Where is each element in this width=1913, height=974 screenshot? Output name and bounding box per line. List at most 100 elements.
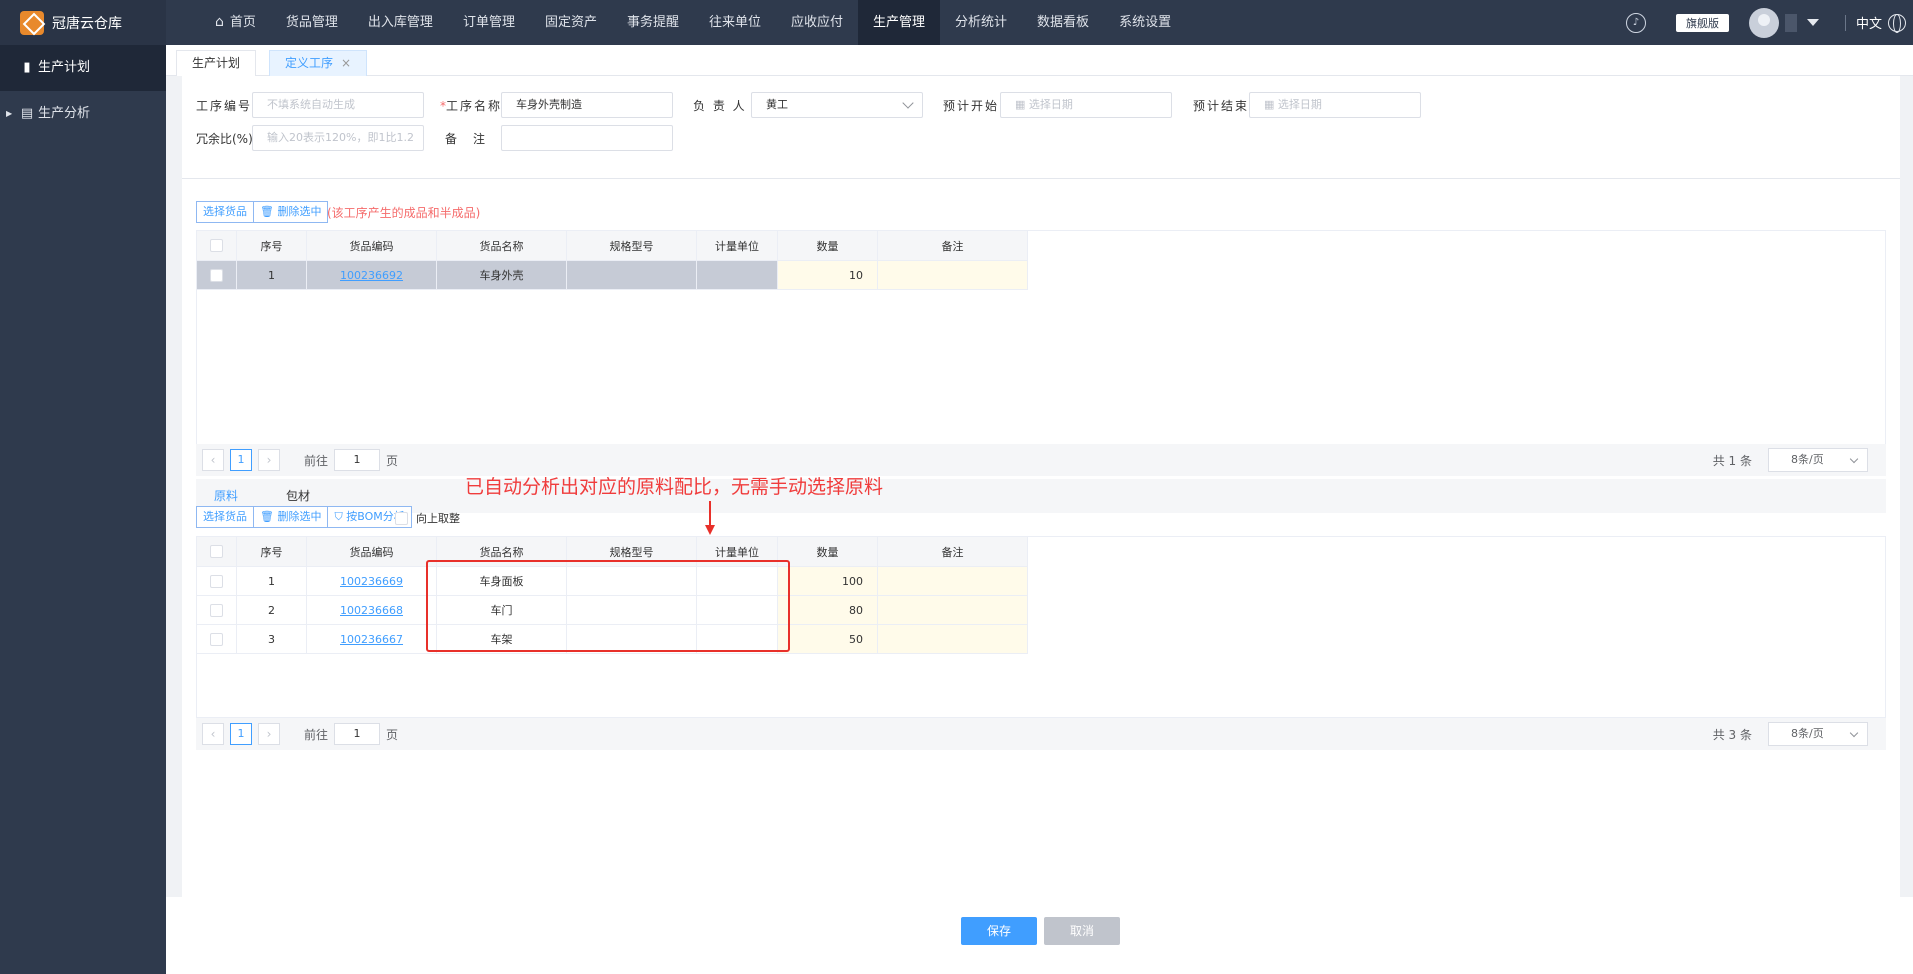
form-row-1: 工序编号 不填系统自动生成 *工序名称 车身外壳制造 负 责 人 黄工 预计开始… bbox=[182, 91, 1900, 119]
process-code-input[interactable]: 不填系统自动生成 bbox=[252, 92, 424, 118]
cell-no: 3 bbox=[236, 624, 307, 654]
nav-item-payables[interactable]: 应收应付 bbox=[776, 0, 858, 45]
cell-remark[interactable] bbox=[877, 566, 1028, 596]
delete-selected-button[interactable]: 🗑 删除选中 bbox=[254, 506, 329, 528]
row-checkbox[interactable] bbox=[210, 268, 223, 282]
table-row[interactable]: 1 100236692 车身外壳 10 bbox=[196, 260, 1028, 290]
round-up-label: 向上取整 bbox=[416, 512, 460, 525]
sidebar-item-label: 生产分析 bbox=[38, 106, 91, 121]
cell-code: 100236667 bbox=[306, 624, 437, 654]
goods-code-link[interactable]: 100236667 bbox=[340, 633, 403, 646]
app-title: 冠唐云仓库 bbox=[52, 15, 122, 32]
nav-item-home[interactable]: ⌂ 首页 bbox=[200, 0, 271, 45]
save-button[interactable]: 保存 bbox=[961, 917, 1037, 945]
select-all-cell[interactable] bbox=[196, 230, 237, 261]
cell-no: 1 bbox=[236, 260, 307, 290]
nav-item-fixed-assets[interactable]: 固定资产 bbox=[530, 0, 612, 45]
row-select-cell[interactable] bbox=[196, 566, 237, 596]
cell-qty[interactable]: 100 bbox=[777, 566, 878, 596]
col-remark: 备注 bbox=[877, 230, 1028, 261]
process-name-input[interactable]: 车身外壳制造 bbox=[501, 92, 673, 118]
currency-icon[interactable]: ♪ bbox=[1625, 12, 1646, 33]
nav-item-stock-io[interactable]: 出入库管理 bbox=[353, 0, 448, 45]
goto-page-input[interactable]: 1 bbox=[334, 449, 381, 471]
nav-item-analytics[interactable]: 分析统计 bbox=[940, 0, 1022, 45]
sidebar-item-label: 生产计划 bbox=[38, 60, 91, 75]
select-all-cell[interactable] bbox=[196, 536, 237, 567]
page-size-select[interactable]: 8条/页 bbox=[1768, 448, 1868, 472]
nav-item-orders[interactable]: 订单管理 bbox=[448, 0, 530, 45]
close-icon[interactable]: × bbox=[341, 56, 351, 70]
language-label[interactable]: 中文 bbox=[1856, 13, 1882, 32]
annotation-highlight-box bbox=[426, 560, 790, 652]
row-select-cell[interactable] bbox=[196, 595, 237, 625]
remark-label: 备 注 bbox=[445, 131, 488, 146]
cell-remark[interactable] bbox=[877, 624, 1028, 654]
row-checkbox[interactable] bbox=[210, 603, 223, 617]
nav-item-production[interactable]: 生产管理 bbox=[858, 0, 941, 45]
calendar-icon: ▦ bbox=[1264, 98, 1278, 111]
start-date-placeholder: 选择日期 bbox=[1028, 98, 1073, 111]
redundancy-label: 冗余比(%) bbox=[196, 131, 253, 146]
chevron-down-icon[interactable] bbox=[1806, 19, 1819, 26]
redundancy-input[interactable]: 输入20表示120%，即1比1.2 bbox=[252, 125, 424, 151]
goods-code-link[interactable]: 100236668 bbox=[340, 604, 403, 617]
owner-select[interactable]: 黄工 bbox=[751, 92, 923, 118]
sidebar-item-production-analysis[interactable]: ▶ ▤ 生产分析 bbox=[0, 91, 166, 137]
end-date-picker[interactable]: ▦ 选择日期 bbox=[1249, 92, 1421, 118]
remark-input[interactable] bbox=[501, 125, 673, 151]
sidebar-item-production-plan[interactable]: ▮ 生产计划 bbox=[0, 45, 166, 91]
nav-item-reminders[interactable]: 事务提醒 bbox=[612, 0, 694, 45]
cell-qty[interactable]: 50 bbox=[777, 624, 878, 654]
next-page-button[interactable]: › bbox=[258, 449, 280, 471]
round-up-checkbox[interactable]: 向上取整 bbox=[395, 510, 460, 526]
next-page-button[interactable]: › bbox=[258, 723, 280, 745]
select-goods-button[interactable]: 选择货品 bbox=[196, 506, 254, 528]
cancel-button[interactable]: 取消 bbox=[1044, 917, 1120, 945]
goods-code-link[interactable]: 100236692 bbox=[340, 269, 403, 282]
tab-production-plan[interactable]: 生产计划 bbox=[176, 50, 257, 76]
goods-code-link[interactable]: 100236669 bbox=[340, 575, 403, 588]
nav-item-goods[interactable]: 货品管理 bbox=[271, 0, 353, 45]
nav-item-settings[interactable]: 系统设置 bbox=[1104, 0, 1186, 45]
select-all-checkbox[interactable] bbox=[210, 545, 223, 559]
row-checkbox[interactable] bbox=[210, 632, 223, 646]
app-logo[interactable]: 冠唐云仓库 bbox=[0, 0, 166, 45]
home-icon: ⌂ bbox=[215, 14, 224, 30]
page-size-select[interactable]: 8条/页 bbox=[1768, 722, 1868, 746]
goto-page-input[interactable]: 1 bbox=[334, 723, 381, 745]
delete-label: 删除选中 bbox=[277, 205, 322, 218]
nav-item-partners[interactable]: 往来单位 bbox=[694, 0, 776, 45]
nav-item-dashboard[interactable]: 数据看板 bbox=[1022, 0, 1104, 45]
goto-label: 前往 bbox=[304, 453, 329, 468]
total-count: 共 1 条 bbox=[1712, 453, 1752, 468]
select-all-checkbox[interactable] bbox=[210, 239, 223, 253]
bar-chart-icon: ▮ bbox=[23, 60, 31, 75]
prev-page-button[interactable]: ‹ bbox=[202, 449, 224, 471]
start-date-picker[interactable]: ▦ 选择日期 bbox=[1000, 92, 1172, 118]
delete-selected-button[interactable]: 🗑 删除选中 bbox=[254, 201, 329, 223]
avatar[interactable] bbox=[1748, 7, 1779, 38]
prev-page-button[interactable]: ‹ bbox=[202, 723, 224, 745]
goto-label: 前往 bbox=[304, 727, 329, 742]
row-select-cell[interactable] bbox=[196, 624, 237, 654]
globe-icon[interactable] bbox=[1888, 13, 1906, 33]
owner-label: 负 责 人 bbox=[693, 98, 747, 113]
cell-qty[interactable]: 10 bbox=[777, 260, 878, 290]
page-number[interactable]: 1 bbox=[230, 723, 252, 745]
owner-value: 黄工 bbox=[766, 98, 788, 111]
col-no: 序号 bbox=[236, 230, 307, 261]
col-code: 货品编码 bbox=[306, 536, 437, 567]
cell-spec bbox=[566, 260, 697, 290]
cell-remark[interactable] bbox=[877, 595, 1028, 625]
page-number[interactable]: 1 bbox=[230, 449, 252, 471]
username-placeholder[interactable] bbox=[1784, 13, 1797, 32]
row-checkbox[interactable] bbox=[210, 574, 223, 588]
cell-qty[interactable]: 80 bbox=[777, 595, 878, 625]
form-row-2: 冗余比(%) 输入20表示120%，即1比1.2 备 注 bbox=[182, 124, 1900, 152]
tab-define-process[interactable]: 定义工序 × bbox=[269, 50, 368, 76]
select-goods-button[interactable]: 选择货品 bbox=[196, 201, 254, 223]
row-select-cell[interactable] bbox=[196, 260, 237, 290]
cell-remark[interactable] bbox=[877, 260, 1028, 290]
checkbox-box[interactable] bbox=[395, 511, 408, 525]
